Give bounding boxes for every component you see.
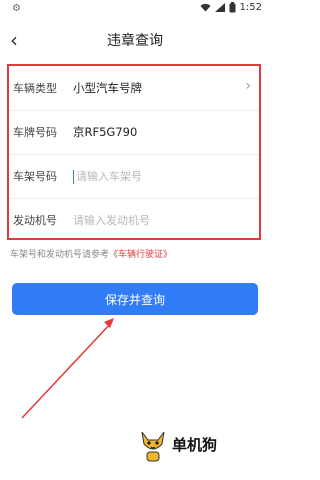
watermark-logo: 单机狗 xyxy=(138,428,248,464)
annotation-arrow xyxy=(21,318,114,419)
dog-mascot-icon xyxy=(141,431,165,462)
watermark-text: 单机狗 xyxy=(172,436,218,454)
